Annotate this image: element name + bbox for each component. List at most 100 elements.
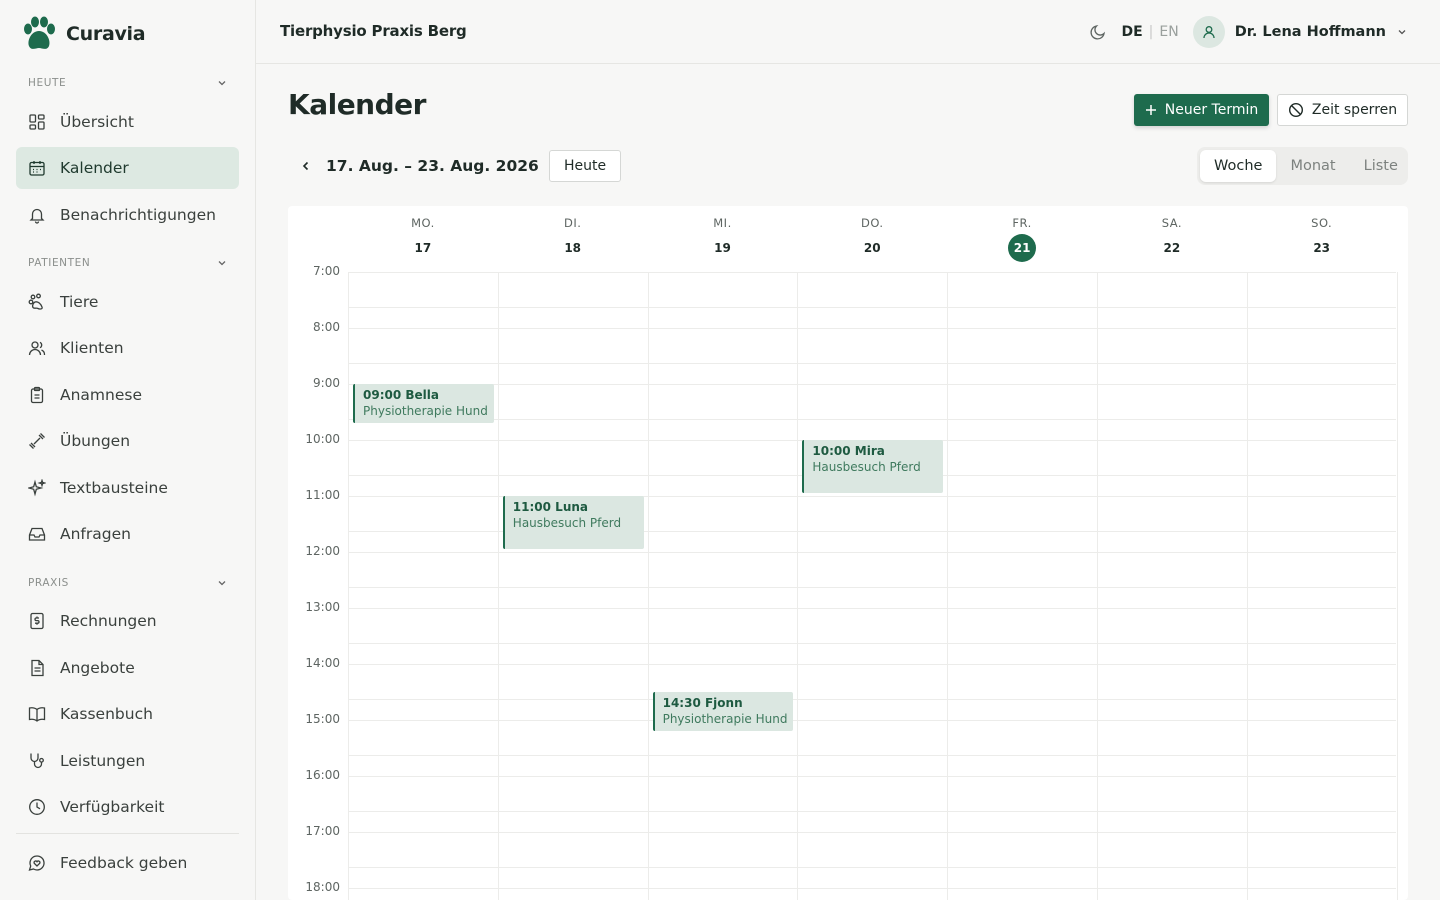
hour-label: 18:00: [305, 880, 340, 894]
section-label: PATIENTEN: [28, 257, 91, 269]
sidebar-item-benachrichtigungen[interactable]: Benachrichtigungen: [16, 194, 239, 236]
appointment-event[interactable]: 14:30 Fjonn Physiotherapie Hund: [652, 692, 794, 732]
grid-line: [348, 552, 1396, 553]
sidebar-item-uebersicht[interactable]: Übersicht: [16, 101, 239, 143]
sidebar-item-verfuegbarkeit[interactable]: Verfügbarkeit: [16, 786, 239, 828]
lang-de[interactable]: DE: [1121, 24, 1142, 40]
logo[interactable]: Curavia: [20, 15, 146, 53]
day-of-week: SO.: [1311, 216, 1333, 230]
chevron-down-icon: [218, 261, 226, 266]
user-menu[interactable]: Dr. Lena Hoffmann: [1192, 16, 1408, 48]
sidebar: Curavia HEUTE Übersicht Kalender Benachr…: [0, 0, 256, 900]
section-label: PRAXIS: [28, 577, 69, 589]
sidebar-item-kalender[interactable]: Kalender: [16, 147, 239, 189]
grid-line: [348, 755, 1396, 756]
sidebar-item-label: Benachrichtigungen: [60, 206, 216, 224]
new-appointment-button[interactable]: Neuer Termin: [1134, 94, 1269, 126]
hour-label: 17:00: [305, 824, 340, 838]
grid-line: [348, 384, 1396, 385]
clipboard-icon: [30, 386, 44, 404]
hour-label: 7:00: [313, 264, 340, 278]
hour-label: 15:00: [305, 712, 340, 726]
sidebar-item-leistungen[interactable]: Leistungen: [16, 740, 239, 782]
hour-label: 9:00: [313, 376, 340, 390]
grid-line: [348, 363, 1396, 364]
event-title: 10:00 Mira: [812, 444, 885, 458]
section-patienten[interactable]: PATIENTEN: [28, 257, 228, 269]
grid-column-line: [947, 272, 949, 900]
day-header[interactable]: SO. 23: [1247, 216, 1397, 262]
block-time-button[interactable]: Zeit sperren: [1277, 94, 1408, 126]
event-type: Physiotherapie Hund: [662, 712, 788, 726]
event-type: Hausbesuch Pferd: [812, 460, 921, 474]
grid-line: [348, 328, 1396, 329]
paw-icon: [28, 293, 43, 310]
sidebar-item-uebungen[interactable]: Übungen: [16, 420, 239, 462]
avatar: [1192, 16, 1225, 48]
sidebar-item-angebote[interactable]: Angebote: [16, 647, 239, 689]
book-open-icon: [28, 707, 46, 722]
sidebar-item-textbausteine[interactable]: Textbausteine: [16, 467, 239, 509]
users-icon: [28, 341, 46, 356]
section-praxis[interactable]: PRAXIS: [28, 577, 228, 589]
user-icon: [1203, 26, 1215, 39]
day-header[interactable]: FR. 21: [947, 216, 1097, 262]
hour-label: 11:00: [305, 488, 340, 502]
sidebar-item-rechnungen[interactable]: Rechnungen: [16, 600, 239, 642]
inbox-icon: [28, 527, 46, 541]
date-range-label: 17. Aug. – 23. Aug. 2026: [326, 157, 539, 175]
week-calendar: MO. 17 DI. 18 MI. 19 DO. 20 FR. 21 SA. 22 SO. 23 7:00 8…: [288, 206, 1408, 900]
day-of-week: SA.: [1161, 216, 1183, 230]
sidebar-item-anamnese[interactable]: Anamnese: [16, 374, 239, 416]
section-heute[interactable]: HEUTE: [28, 77, 228, 89]
dumbbell-icon: [29, 433, 45, 449]
hour-label: 14:00: [305, 656, 340, 670]
appointment-event[interactable]: 10:00 Mira Hausbesuch Pferd: [802, 440, 944, 494]
day-header[interactable]: DO. 20: [797, 216, 947, 262]
day-number-today: 21: [1008, 234, 1037, 262]
view-list[interactable]: Liste: [1350, 150, 1412, 182]
today-button[interactable]: Heute: [549, 150, 621, 182]
view-month[interactable]: Monat: [1276, 150, 1349, 182]
moon-icon[interactable]: [1089, 23, 1107, 41]
lang-en[interactable]: EN: [1159, 24, 1178, 40]
day-header[interactable]: MI. 19: [648, 216, 798, 262]
sidebar-item-tiere[interactable]: Tiere: [16, 281, 239, 323]
sidebar-item-label: Tiere: [60, 293, 99, 311]
appointment-event[interactable]: 11:00 Luna Hausbesuch Pferd: [502, 496, 644, 550]
day-of-week: MO.: [411, 216, 435, 230]
sidebar-item-label: Kassenbuch: [60, 705, 153, 723]
grid-line: [348, 720, 1396, 721]
day-header[interactable]: DI. 18: [498, 216, 648, 262]
sidebar-item-anfragen[interactable]: Anfragen: [16, 513, 239, 555]
lang-separator: |: [1148, 24, 1154, 40]
event-title: 14:30 Fjonn: [662, 696, 743, 710]
day-number: 23: [1313, 241, 1331, 255]
grid-column-line: [497, 272, 499, 900]
view-week[interactable]: Woche: [1200, 150, 1277, 182]
grid-line: [348, 699, 1396, 700]
sidebar-item-klienten[interactable]: Klienten: [16, 327, 239, 369]
block-time-label: Zeit sperren: [1311, 102, 1398, 118]
paw-icon: [24, 16, 55, 49]
section-label: HEUTE: [28, 77, 67, 89]
day-of-week: DI.: [563, 216, 582, 230]
sidebar-divider: [16, 833, 239, 834]
grid-line: [348, 419, 1396, 420]
appointment-event[interactable]: 09:00 Bella Physiotherapie Hund: [353, 384, 494, 424]
new-appointment-label: Neuer Termin: [1164, 102, 1259, 118]
sparkles-icon: [28, 479, 46, 497]
grid-line: [348, 643, 1396, 644]
day-of-week: MI.: [713, 216, 732, 230]
sidebar-item-kassenbuch[interactable]: Kassenbuch: [16, 693, 239, 735]
day-header[interactable]: MO. 17: [348, 216, 498, 262]
hour-label: 10:00: [305, 432, 340, 446]
feedback-button[interactable]: Feedback geben: [16, 842, 239, 884]
prev-week-button[interactable]: [294, 150, 318, 182]
day-header[interactable]: SA. 22: [1097, 216, 1247, 262]
grid-line: [348, 664, 1396, 665]
grid-column-line: [348, 272, 349, 900]
day-number: 20: [863, 241, 881, 255]
document-icon: [31, 659, 44, 677]
grid-line: [348, 867, 1396, 868]
